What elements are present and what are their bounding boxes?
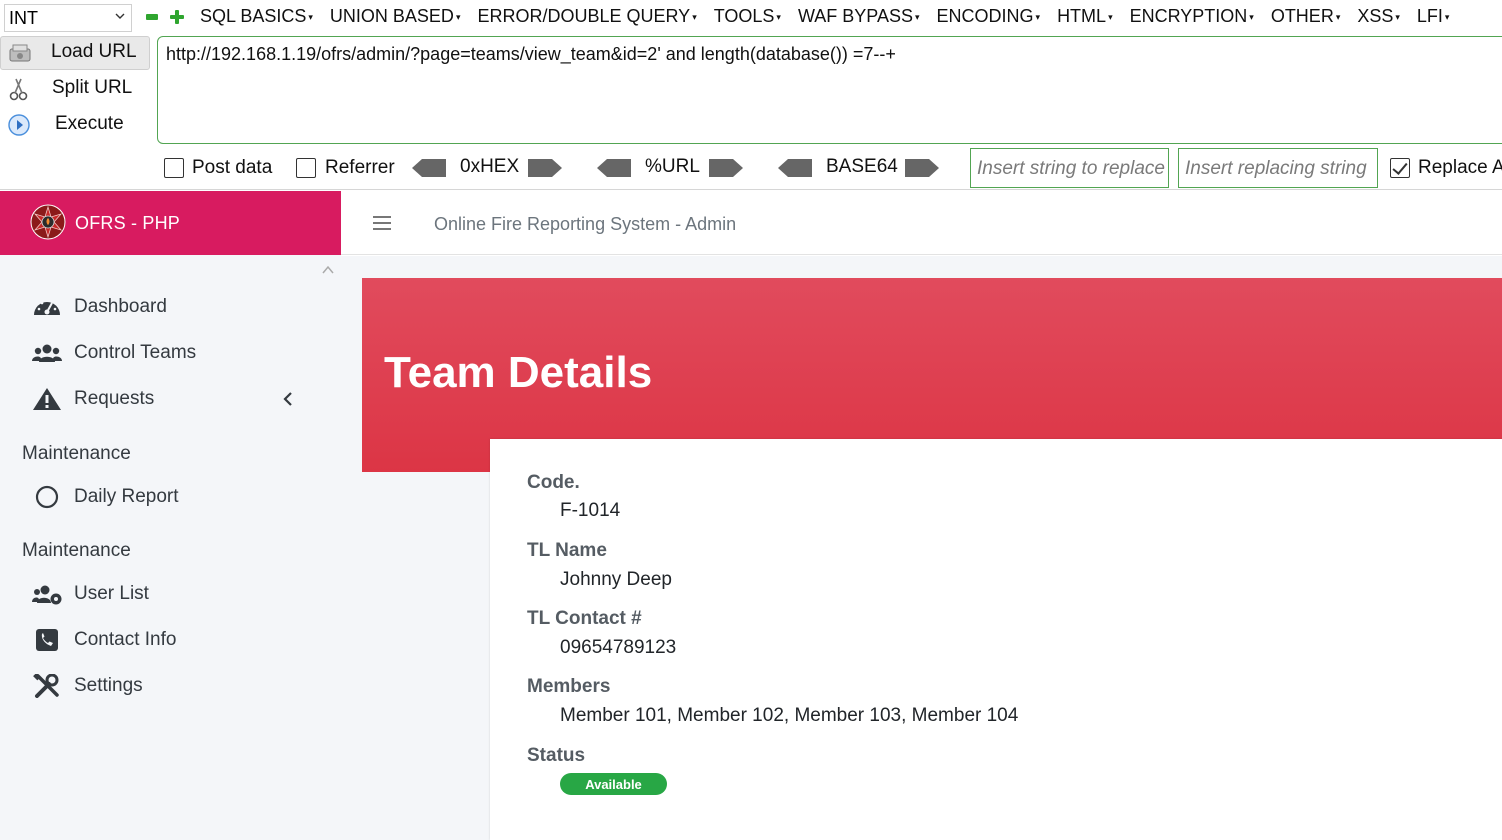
type-select[interactable]: INT	[4, 4, 132, 32]
base64-decode-arrow-icon[interactable]	[778, 159, 812, 177]
caret-down-icon: ▾	[455, 12, 461, 22]
caret-down-icon: ▾	[1035, 12, 1041, 22]
hex-decode-arrow-icon[interactable]	[412, 159, 446, 177]
tools-icon	[33, 674, 59, 698]
field-label-tl-contact: TL Contact #	[527, 608, 642, 629]
page-title: Team Details	[384, 348, 653, 397]
users-cog-icon	[32, 585, 62, 605]
menu-tools[interactable]: TOOLS ▾	[714, 6, 781, 27]
post-data-checkbox[interactable]	[164, 158, 184, 178]
sidebar-item-daily-report[interactable]: Daily Report	[0, 477, 316, 517]
replace-string-input[interactable]: Insert string to replace	[970, 148, 1169, 188]
menu-waf-bypass[interactable]: WAF BYPASS ▾	[798, 6, 920, 27]
sidebar-header-maintenance: Maintenance	[22, 443, 131, 464]
brand-header[interactable]: OFRS - PHP	[0, 191, 341, 255]
scroll-up-icon[interactable]	[322, 265, 334, 275]
sidebar: Dashboard Control Teams Requests Mainten…	[0, 255, 341, 840]
dashboard-icon	[34, 301, 60, 315]
caret-down-icon: ▾	[1249, 12, 1254, 22]
field-value-code: F-1014	[560, 500, 621, 521]
caret-down-icon: ▾	[1108, 12, 1113, 22]
caret-down-icon: ▾	[1395, 12, 1400, 22]
menu-other[interactable]: OTHER ▾	[1271, 6, 1341, 27]
field-value-members: Member 101, Member 102, Member 103, Memb…	[560, 705, 1019, 726]
replace-all-checkbox[interactable]	[1390, 158, 1410, 178]
caret-down-icon: ▾	[308, 12, 313, 22]
hex-label: 0xHEX	[460, 156, 520, 177]
status-badge: Available	[560, 773, 667, 795]
sidebar-scrollbar[interactable]	[316, 255, 341, 840]
field-value-tl-contact: 09654789123	[560, 637, 677, 658]
caret-down-icon: ▾	[914, 12, 920, 22]
url-input[interactable]: http://192.168.1.19/ofrs/admin/?page=tea…	[157, 36, 1502, 144]
team-details-card: Code. F-1014 TL Name Johnny Deep TL Cont…	[490, 439, 1502, 840]
menu-html[interactable]: HTML ▾	[1057, 6, 1113, 27]
play-icon	[8, 114, 30, 136]
sidebar-item-contact-info[interactable]: Contact Info	[0, 620, 316, 660]
sidebar-item-control-teams[interactable]: Control Teams	[0, 333, 316, 373]
menu-lfi[interactable]: LFI ▾	[1417, 6, 1450, 27]
menu-encoding[interactable]: ENCODING ▾	[937, 6, 1041, 27]
sidebar-item-requests[interactable]: Requests	[0, 379, 316, 419]
remove-icon[interactable]	[146, 14, 158, 20]
referrer-label: Referrer	[325, 157, 395, 178]
scissors-icon	[9, 78, 28, 101]
system-title: Online Fire Reporting System - Admin	[434, 214, 737, 234]
menu-encryption[interactable]: ENCRYPTION ▾	[1130, 6, 1254, 27]
type-select-value: INT	[9, 7, 38, 28]
load-url-button[interactable]: Load URL	[0, 36, 150, 70]
hackbar-toolbar: INT SQL BASICS ▾ UNION BASED ▾ ERROR/DOUBL…	[0, 0, 1502, 190]
hex-encode-arrow-icon[interactable]	[528, 159, 562, 177]
base64-encode-arrow-icon[interactable]	[905, 159, 939, 177]
base64-label: BASE64	[826, 156, 898, 177]
menu-error-double-query[interactable]: ERROR/DOUBLE QUERY ▾	[477, 6, 696, 27]
chevron-down-icon	[115, 13, 125, 19]
sidebar-item-settings[interactable]: Settings	[0, 666, 316, 706]
warning-icon	[33, 388, 61, 410]
circle-icon	[35, 485, 59, 509]
chevron-left-icon	[283, 392, 292, 406]
hamburger-menu-icon[interactable]	[373, 216, 391, 230]
field-value-tl-name: Johnny Deep	[560, 569, 672, 590]
menu-union-based[interactable]: UNION BASED ▾	[330, 6, 461, 27]
caret-down-icon: ▾	[1444, 12, 1450, 22]
hackbar-menus: SQL BASICS ▾ UNION BASED ▾ ERROR/DOUBLE QU…	[200, 6, 1466, 27]
split-url-button[interactable]: Split URL	[0, 72, 150, 106]
field-label-status: Status	[527, 745, 586, 766]
referrer-checkbox[interactable]	[296, 158, 316, 178]
fire-department-logo-icon	[30, 204, 66, 240]
menu-sql-basics[interactable]: SQL BASICS ▾	[200, 6, 313, 27]
caret-down-icon: ▾	[692, 12, 697, 22]
field-label-code: Code.	[527, 472, 580, 493]
caret-down-icon: ▾	[1335, 12, 1341, 22]
menu-xss[interactable]: XSS ▾	[1357, 6, 1400, 27]
url-input-value: http://192.168.1.19/ofrs/admin/?page=tea…	[166, 44, 896, 64]
url-label: %URL	[645, 156, 700, 177]
sidebar-header-maintenance-2: Maintenance	[22, 540, 131, 561]
phone-icon	[36, 629, 58, 651]
sidebar-item-user-list[interactable]: User List	[0, 574, 316, 614]
add-icon[interactable]	[170, 10, 184, 24]
top-navbar: Online Fire Reporting System - Admin	[341, 191, 1502, 255]
hackbar-menu-row: INT SQL BASICS ▾ UNION BASED ▾ ERROR/DOUBL…	[0, 0, 1502, 36]
users-icon	[32, 344, 62, 362]
replacing-string-input[interactable]: Insert replacing string	[1178, 148, 1378, 188]
replace-all-label: Replace All	[1418, 157, 1502, 178]
field-label-tl-name: TL Name	[527, 540, 607, 561]
post-data-label: Post data	[192, 157, 273, 178]
execute-button[interactable]: Execute	[0, 108, 150, 142]
field-label-members: Members	[527, 676, 611, 697]
load-url-icon	[9, 44, 31, 62]
caret-down-icon: ▾	[776, 12, 781, 22]
main-content: Team Details Code. F-1014 TL Name Johnny…	[341, 256, 1502, 840]
url-encode-arrow-icon[interactable]	[709, 159, 743, 177]
url-decode-arrow-icon[interactable]	[597, 159, 631, 177]
brand-name: OFRS - PHP	[75, 213, 181, 233]
sidebar-item-dashboard[interactable]: Dashboard	[0, 287, 316, 327]
hackbar-options-row: Post data Referrer 0xHEX %URL BASE64 Ins…	[0, 148, 1502, 188]
